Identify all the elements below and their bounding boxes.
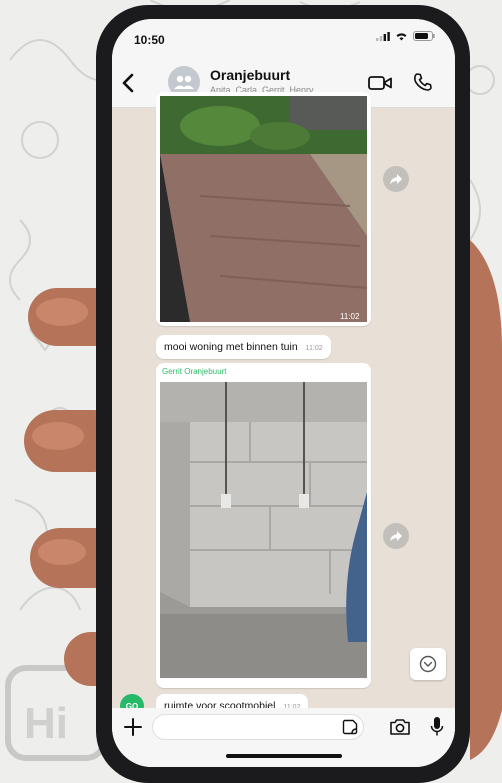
status-time: 10:50 bbox=[134, 33, 165, 47]
forward-button[interactable] bbox=[383, 166, 409, 192]
photo-message-bubble[interactable]: 11:02 bbox=[156, 92, 371, 326]
message-input-bar bbox=[112, 708, 455, 767]
sticker-icon[interactable] bbox=[342, 719, 358, 735]
battery-icon bbox=[413, 31, 435, 41]
photo-timestamp: 11:02 bbox=[340, 312, 360, 321]
camera-icon[interactable] bbox=[389, 718, 411, 736]
status-bar: 10:50 bbox=[112, 19, 455, 59]
message-time: 11:02 bbox=[305, 345, 323, 352]
message-text: mooi woning met binnen tuin bbox=[164, 341, 298, 353]
message-input[interactable] bbox=[152, 714, 364, 740]
microphone-icon[interactable] bbox=[430, 716, 444, 738]
chevron-down-icon bbox=[419, 655, 437, 673]
phone-call-icon[interactable] bbox=[413, 72, 433, 92]
scroll-to-bottom-button[interactable] bbox=[410, 648, 446, 680]
group-icon bbox=[174, 75, 194, 89]
status-icons bbox=[376, 31, 435, 41]
forward-icon bbox=[390, 531, 402, 541]
back-chevron-icon[interactable] bbox=[118, 71, 140, 95]
photo-message-bubble[interactable]: Gerrit Oranjebuurt bbox=[156, 363, 371, 688]
plus-icon[interactable] bbox=[122, 716, 144, 738]
video-call-icon[interactable] bbox=[368, 74, 392, 92]
text-message-bubble[interactable]: mooi woning met binnen tuin 11:02 bbox=[156, 335, 331, 359]
empty-concrete-room-photo[interactable] bbox=[160, 382, 367, 678]
home-indicator bbox=[226, 754, 342, 758]
phone-screen: 10:50 Oranjebuurt Anita, Carla, Gerrit, … bbox=[112, 19, 455, 767]
wifi-icon bbox=[396, 33, 407, 41]
forward-icon bbox=[390, 174, 402, 184]
brick-path-garden-photo[interactable] bbox=[160, 96, 367, 322]
sender-name: Gerrit Oranjebuurt bbox=[162, 367, 227, 376]
chat-title[interactable]: Oranjebuurt bbox=[210, 67, 290, 83]
signal-icon bbox=[376, 31, 390, 41]
chat-messages-area[interactable]: 11:02 mooi woning met binnen tuin 11:02 G… bbox=[112, 92, 455, 718]
forward-button[interactable] bbox=[383, 523, 409, 549]
